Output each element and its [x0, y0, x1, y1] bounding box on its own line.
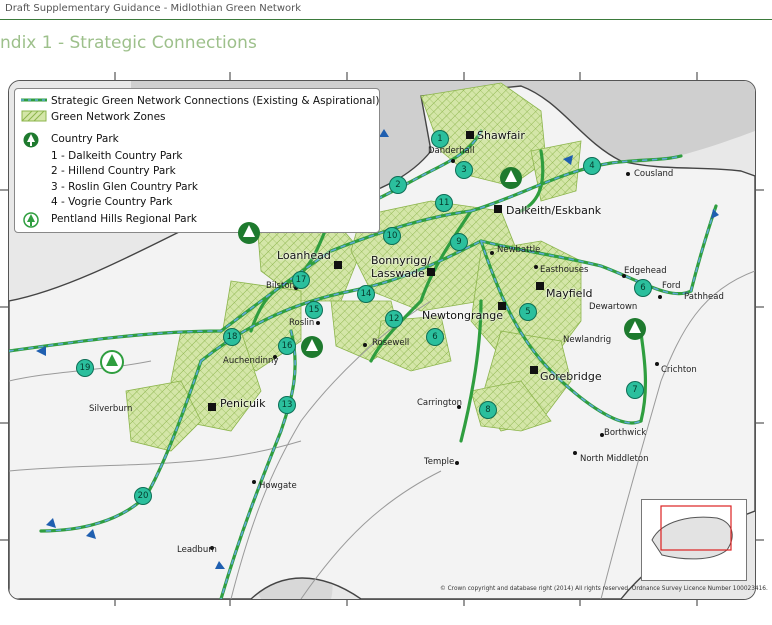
place-label-crichton: Crichton — [661, 365, 697, 375]
connection-marker-2[interactable]: 2 — [389, 176, 407, 194]
place-label-edgehead: Edgehead — [624, 266, 667, 276]
place-label-dewartown: Dewartown — [589, 302, 638, 312]
place-label-temple: Temple — [424, 457, 455, 467]
connection-marker-15[interactable]: 15 — [305, 301, 323, 319]
place-label-ford: Ford — [662, 281, 681, 291]
town-label-shawfair: Shawfair — [477, 129, 525, 142]
connection-marker-14[interactable]: 14 — [357, 285, 375, 303]
connection-marker-4[interactable]: 4 — [583, 157, 601, 175]
town-label-gorebridge: Gorebridge — [540, 370, 602, 383]
village-markers — [210, 159, 662, 550]
place-label-newlandrig: Newlandrig — [563, 335, 612, 345]
place-label-easthouses: Easthouses — [540, 265, 589, 275]
copyright-notice: © Crown copyright and database right (20… — [440, 586, 768, 592]
connection-marker-9[interactable]: 9 — [450, 233, 468, 251]
connection-marker-16[interactable]: 16 — [278, 337, 296, 355]
country-park-icon — [238, 222, 260, 244]
connection-marker-18[interactable]: 18 — [223, 328, 241, 346]
connection-marker-13[interactable]: 13 — [278, 396, 296, 414]
town-label-loanhead: Loanhead — [277, 249, 331, 262]
connection-marker-8[interactable]: 8 — [479, 401, 497, 419]
town-label-mayfield: Mayfield — [546, 287, 593, 300]
place-label-auchendinny: Auchendinny — [223, 356, 279, 366]
connection-marker-5[interactable]: 5 — [519, 303, 537, 321]
country-park-icon — [624, 318, 646, 340]
place-label-north-middleton: North Middleton — [580, 454, 649, 464]
connection-marker-20[interactable]: 20 — [134, 487, 152, 505]
place-label-carrington: Carrington — [417, 398, 463, 408]
country-park-icon — [301, 336, 323, 358]
country-park-icon — [500, 167, 522, 189]
connection-marker-3[interactable]: 3 — [455, 161, 473, 179]
town-label-penicuik: Penicuik — [220, 397, 266, 410]
place-label-danderhall: Danderhall — [428, 146, 475, 156]
connection-marker-12[interactable]: 12 — [385, 310, 403, 328]
connection-marker-19[interactable]: 19 — [76, 359, 94, 377]
place-label-silverburn: Silverburn — [89, 404, 133, 414]
place-label-newbattle: Newbattle — [497, 245, 541, 255]
regional-park-icon — [100, 350, 124, 374]
place-label-bilston: Bilston — [266, 281, 295, 291]
place-label-roslin: Roslin — [289, 318, 315, 328]
connection-marker-11[interactable]: 11 — [435, 194, 453, 212]
place-label-borthwick: Borthwick — [604, 428, 647, 438]
connection-marker-6[interactable]: 6 — [634, 279, 652, 297]
connection-marker-6-alt[interactable]: 6 — [426, 328, 444, 346]
connection-marker-10[interactable]: 10 — [383, 227, 401, 245]
place-label-leadburn: Leadburn — [177, 545, 217, 555]
town-label-lasswade: Lasswade — [371, 267, 425, 280]
place-label-cousland: Cousland — [634, 169, 674, 179]
town-label-dalkeith: Dalkeith/Eskbank — [506, 204, 602, 217]
place-label-howgate: Howgate — [259, 481, 297, 491]
place-label-rosewell: Rosewell — [372, 338, 410, 348]
town-label-newtongrange: Newtongrange — [422, 309, 503, 322]
town-label-bonnyrigg: Bonnyrigg/ — [371, 254, 431, 267]
connection-marker-1[interactable]: 1 — [431, 130, 449, 148]
connection-marker-7[interactable]: 7 — [626, 381, 644, 399]
place-label-pathhead: Pathhead — [684, 292, 724, 302]
connection-marker-17[interactable]: 17 — [292, 271, 310, 289]
